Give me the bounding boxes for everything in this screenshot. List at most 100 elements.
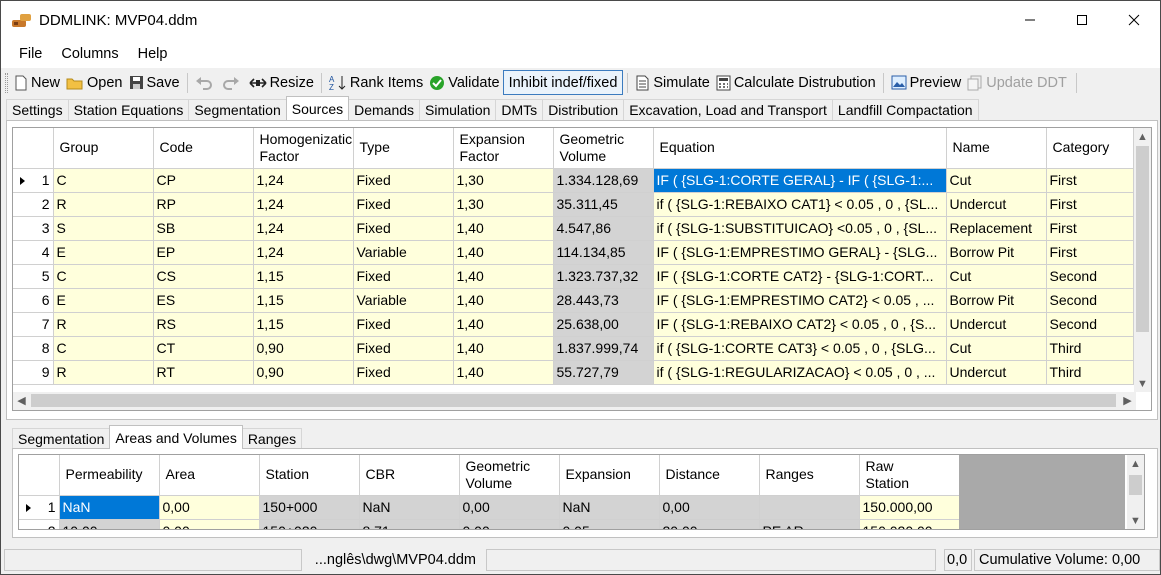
- cell-name[interactable]: Borrow Pit: [946, 240, 1047, 265]
- subtab-ranges[interactable]: Ranges: [241, 428, 303, 449]
- cell-type[interactable]: Fixed: [353, 264, 454, 289]
- table-row[interactable]: 8 C CT 0,90 Fixed 1,40 1.837.999,74 if ( {SLG-1…: [13, 336, 1134, 361]
- col-code[interactable]: Code: [153, 128, 254, 169]
- rank-items-button[interactable]: AZ Rank Items: [326, 70, 426, 95]
- col-expansion-factor[interactable]: Expansion Factor: [453, 128, 554, 169]
- cell-geometric-volume[interactable]: 114.134,85: [553, 240, 654, 265]
- cell-permeability[interactable]: 10,00: [59, 519, 160, 529]
- cell-permeability[interactable]: NaN: [59, 495, 160, 520]
- update-ddt-button[interactable]: Update DDT: [964, 70, 1070, 95]
- col-area[interactable]: Area: [159, 455, 260, 496]
- cell-geometric-volume[interactable]: 1.334.128,69: [553, 168, 654, 193]
- cell-equation[interactable]: if ( {SLG-1:SUBSTITUICAO} <0.05 , 0 , {S…: [653, 216, 947, 241]
- cell-name[interactable]: Replacement: [946, 216, 1047, 241]
- col-distance[interactable]: Distance: [659, 455, 760, 496]
- table-row[interactable]: 7 R RS 1,15 Fixed 1,40 25.638,00 IF ( {SLG-1:RE…: [13, 312, 1134, 337]
- scroll-up-arrow[interactable]: ▲: [1127, 455, 1144, 472]
- cell-distance[interactable]: 0,00: [659, 495, 760, 520]
- cell-equation[interactable]: IF ( {SLG-1:REBAIXO CAT2} < 0.05 , 0 , {…: [653, 312, 947, 337]
- row-header[interactable]: 9: [13, 360, 54, 385]
- tab-station-equations[interactable]: Station Equations: [67, 99, 190, 120]
- col-geometric-volume[interactable]: Geometric Volume: [459, 455, 560, 496]
- table-row[interactable]: 4 E EP 1,24 Variable 1,40 114.134,85 IF ( {SLG-…: [13, 240, 1134, 265]
- subtab-segmentation[interactable]: Segmentation: [12, 428, 111, 449]
- cell-name[interactable]: Undercut: [946, 312, 1047, 337]
- redo-button[interactable]: [219, 70, 246, 95]
- row-header-corner[interactable]: [19, 455, 60, 496]
- cell-code[interactable]: CS: [153, 264, 254, 289]
- maximize-button[interactable]: [1056, 1, 1108, 39]
- cell-category[interactable]: First: [1046, 216, 1134, 241]
- col-cbr[interactable]: CBR: [359, 455, 460, 496]
- cell-station[interactable]: 150+000: [259, 495, 360, 520]
- preview-button[interactable]: Preview: [888, 70, 965, 95]
- scroll-thumb[interactable]: [31, 394, 1116, 407]
- cell-expansion[interactable]: 1,40: [453, 360, 554, 385]
- col-group[interactable]: Group: [53, 128, 154, 169]
- cell-homogenization[interactable]: 1,24: [253, 168, 354, 193]
- row-header[interactable]: 3: [13, 216, 54, 241]
- cell-name[interactable]: Cut: [946, 336, 1047, 361]
- cell-cbr[interactable]: 8,71: [359, 519, 460, 529]
- cell-group[interactable]: C: [53, 336, 154, 361]
- cell-equation[interactable]: if ( {SLG-1:REBAIXO CAT1} < 0.05 , 0 , {…: [653, 192, 947, 217]
- cell-geometric-volume[interactable]: 4.547,86: [553, 216, 654, 241]
- table-row[interactable]: 5 C CS 1,15 Fixed 1,40 1.323.737,32 IF ( {SLG-1…: [13, 264, 1134, 289]
- cell-type[interactable]: Variable: [353, 240, 454, 265]
- sources-horizontal-scrollbar[interactable]: ◀ ▶: [13, 392, 1136, 410]
- cell-category[interactable]: First: [1046, 192, 1134, 217]
- areas-vertical-scrollbar[interactable]: ▲ ▼: [1127, 455, 1144, 529]
- cell-type[interactable]: Fixed: [353, 192, 454, 217]
- cell-homogenization[interactable]: 1,15: [253, 288, 354, 313]
- toolbar-grip[interactable]: [5, 72, 8, 93]
- cell-code[interactable]: SB: [153, 216, 254, 241]
- cell-homogenization[interactable]: 1,24: [253, 240, 354, 265]
- scroll-thumb[interactable]: [1136, 146, 1149, 332]
- col-raw-station[interactable]: Raw Station: [859, 455, 960, 496]
- col-permeability[interactable]: Permeability: [59, 455, 160, 496]
- cell-equation[interactable]: IF ( {SLG-1:CORTE CAT2} - {SLG-1:CORT...: [653, 264, 947, 289]
- save-button[interactable]: Save: [126, 70, 183, 95]
- cell-name[interactable]: Undercut: [946, 360, 1047, 385]
- cell-geometric-volume[interactable]: 1.323.737,32: [553, 264, 654, 289]
- menu-help[interactable]: Help: [129, 46, 177, 62]
- cell-geometric-volume[interactable]: 1.837.999,74: [553, 336, 654, 361]
- cell-category[interactable]: Second: [1046, 312, 1134, 337]
- col-station[interactable]: Station: [259, 455, 360, 496]
- col-geometric-volume[interactable]: Geometric Volume: [553, 128, 654, 169]
- cell-homogenization[interactable]: 1,24: [253, 216, 354, 241]
- cell-expansion[interactable]: 1,30: [453, 192, 554, 217]
- tab-simulation[interactable]: Simulation: [419, 99, 497, 120]
- row-header[interactable]: 7: [13, 312, 54, 337]
- cell-equation[interactable]: IF ( {SLG-1:EMPRESTIMO CAT2} < 0.05 , ..…: [653, 288, 947, 313]
- cell-expansion[interactable]: 1,40: [453, 216, 554, 241]
- col-category[interactable]: Category: [1046, 128, 1134, 169]
- simulate-button[interactable]: Simulate: [632, 70, 712, 95]
- cell-code[interactable]: EP: [153, 240, 254, 265]
- row-header[interactable]: 4: [13, 240, 54, 265]
- cell-area[interactable]: 0,00: [159, 519, 260, 529]
- cell-raw-station[interactable]: 150.000,00: [859, 495, 960, 520]
- cell-group[interactable]: E: [53, 240, 154, 265]
- cell-geometric-volume[interactable]: 35.311,45: [553, 192, 654, 217]
- cell-raw-station[interactable]: 150.020,00: [859, 519, 960, 529]
- cell-expansion[interactable]: 0,05: [559, 519, 660, 529]
- cell-expansion[interactable]: 1,40: [453, 288, 554, 313]
- cell-code[interactable]: RT: [153, 360, 254, 385]
- resize-button[interactable]: Resize: [246, 70, 317, 95]
- row-header[interactable]: 2: [13, 192, 54, 217]
- col-ranges[interactable]: Ranges: [759, 455, 860, 496]
- table-row[interactable]: 210,000,00150+0208,710,000,0520,00PE AR1…: [19, 519, 960, 529]
- new-button[interactable]: New: [11, 70, 63, 95]
- cell-expansion[interactable]: 1,40: [453, 336, 554, 361]
- scroll-down-arrow[interactable]: ▼: [1134, 375, 1151, 392]
- scroll-left-arrow[interactable]: ◀: [13, 392, 30, 409]
- cell-geometric-volume[interactable]: 0,00: [459, 495, 560, 520]
- cell-area[interactable]: 0,00: [159, 495, 260, 520]
- row-header-corner[interactable]: [13, 128, 54, 169]
- tab-segmentation[interactable]: Segmentation: [188, 99, 287, 120]
- row-header[interactable]: 1: [19, 495, 60, 520]
- cell-equation[interactable]: if ( {SLG-1:CORTE CAT3} < 0.05 , 0 , {SL…: [653, 336, 947, 361]
- cell-geometric-volume[interactable]: 25.638,00: [553, 312, 654, 337]
- cell-distance[interactable]: 20,00: [659, 519, 760, 529]
